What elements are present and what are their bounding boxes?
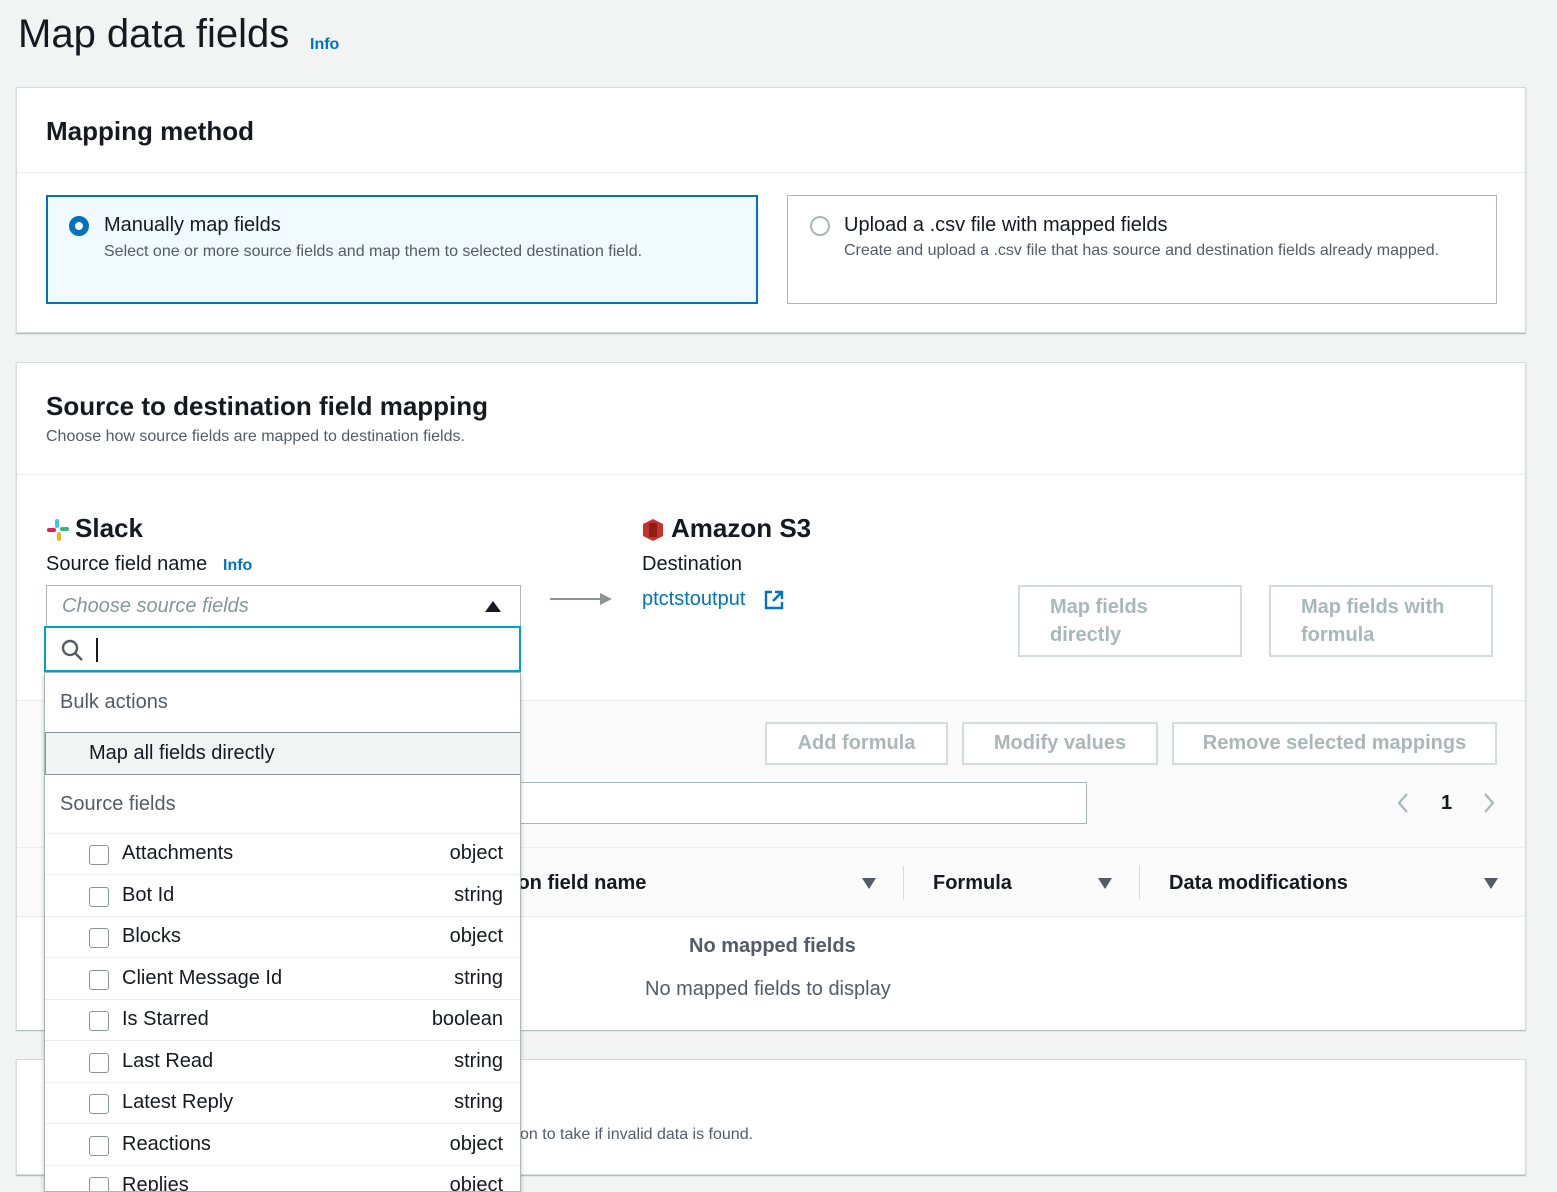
map-fields-formula-label: Map fields with formula [1301,596,1445,646]
option-checkbox[interactable] [89,970,109,990]
remove-mappings-button[interactable]: Remove selected mappings [1172,722,1497,765]
option-type: boolean [431,1008,503,1030]
source-search-input[interactable] [44,626,521,672]
option-type: string [454,1091,503,1113]
modify-values-button[interactable]: Modify values [962,722,1158,765]
option-type: string [454,1050,503,1072]
list-item[interactable]: Is Starred boolean [45,1000,519,1041]
column-data-modifications[interactable]: Data modifications [1169,872,1348,895]
csv-upload-option[interactable]: Upload a .csv file with mapped fields Cr… [787,195,1497,304]
empty-state-description: No mapped fields to display [645,978,891,1000]
list-item[interactable]: Client Message Id string [45,959,519,1000]
add-formula-button[interactable]: Add formula [765,722,948,765]
option-checkbox[interactable] [89,1094,109,1114]
sort-modifications-icon[interactable] [1484,878,1498,889]
csv-upload-description: Create and upload a .csv file that has s… [844,242,1440,259]
mapping-method-card: Mapping method Manually map fields Selec… [16,87,1526,333]
column-divider [903,866,904,900]
map-all-fields-option[interactable]: Map all fields directly [45,732,520,775]
option-name: Replies [122,1174,189,1192]
validation-description: on to take if invalid data is found. [520,1126,754,1143]
source-field-placeholder: Choose source fields [62,595,249,617]
option-name: Bot Id [122,884,175,906]
option-name: Reactions [122,1133,211,1155]
sort-formula-icon[interactable] [1098,878,1112,889]
option-checkbox[interactable] [89,1053,109,1073]
option-name: Latest Reply [122,1091,234,1113]
field-mapping-description: Choose how source fields are mapped to d… [46,428,465,445]
list-item[interactable]: Latest Reply string [45,1083,519,1124]
manual-map-description: Select one or more source fields and map… [104,243,643,260]
slack-logo-icon [46,518,70,542]
option-name: Blocks [122,925,181,947]
map-fields-directly-label: Map fields directly [1050,596,1148,646]
option-name: Attachments [122,842,234,864]
map-fields-formula-button[interactable]: Map fields with formula [1269,585,1493,657]
destination-app-name: Amazon S3 [671,513,812,543]
manual-map-option[interactable]: Manually map fields Select one or more s… [46,195,758,304]
column-formula[interactable]: Formula [933,872,1012,895]
chevron-right-icon[interactable] [1481,791,1497,820]
manual-map-radio[interactable] [69,216,89,236]
source-app-name: Slack [75,513,143,543]
option-checkbox[interactable] [89,1177,109,1191]
source-field-info-link[interactable]: Info [223,557,252,575]
text-cursor [96,638,98,662]
manual-map-title: Manually map fields [104,214,281,236]
search-icon [60,638,84,667]
source-field-select[interactable]: Choose source fields [46,585,521,627]
list-item[interactable]: Replies object [45,1166,519,1192]
option-name: Client Message Id [122,967,283,989]
s3-logo-icon [642,518,664,542]
sort-destination-icon[interactable] [862,878,876,889]
list-item[interactable]: Bot Id string [45,876,519,917]
chevron-left-icon[interactable] [1395,791,1411,820]
map-fields-directly-button[interactable]: Map fields directly [1018,585,1242,657]
list-item[interactable]: Reactions object [45,1125,519,1166]
destination-link[interactable]: ptctstoutput [642,588,745,611]
option-checkbox[interactable] [89,887,109,907]
mapping-method-heading: Mapping method [46,116,254,146]
field-mapping-heading: Source to destination field mapping [46,391,489,421]
option-checkbox[interactable] [89,928,109,948]
add-formula-label: Add formula [797,732,916,754]
page-number[interactable]: 1 [1441,792,1452,815]
option-type: object [449,842,503,864]
bulk-actions-group-label: Bulk actions [60,691,168,713]
option-name: Last Read [122,1050,214,1072]
option-name: Is Starred [122,1008,209,1030]
option-type: object [449,1133,503,1155]
option-type: string [454,967,503,989]
map-all-fields-label: Map all fields directly [89,742,275,764]
csv-upload-title: Upload a .csv file with mapped fields [844,214,1168,236]
caret-up-icon [485,601,501,612]
source-field-label: Source field name [46,553,208,575]
empty-state-title: No mapped fields [689,935,856,957]
modify-values-label: Modify values [993,732,1127,754]
destination-label: Destination [642,553,743,575]
page-info-link[interactable]: Info [310,36,339,54]
page-title: Map data fields [18,12,290,56]
list-item[interactable]: Last Read string [45,1042,519,1083]
list-item[interactable]: Attachments object [45,834,519,875]
option-type: object [449,1174,503,1192]
external-link-icon[interactable] [763,589,785,616]
column-divider [1139,866,1140,900]
option-type: object [449,925,503,947]
option-checkbox[interactable] [89,845,109,865]
list-item[interactable]: Blocks object [45,917,519,958]
source-fields-group-label: Source fields [60,793,176,815]
remove-mappings-label: Remove selected mappings [1202,732,1467,754]
option-checkbox[interactable] [89,1136,109,1156]
source-fields-dropdown: Bulk actions Map all fields directly Sou… [44,672,521,1192]
option-checkbox[interactable] [89,1011,109,1031]
arrow-right-icon [548,591,614,612]
csv-upload-radio[interactable] [810,216,830,236]
option-type: string [454,884,503,906]
